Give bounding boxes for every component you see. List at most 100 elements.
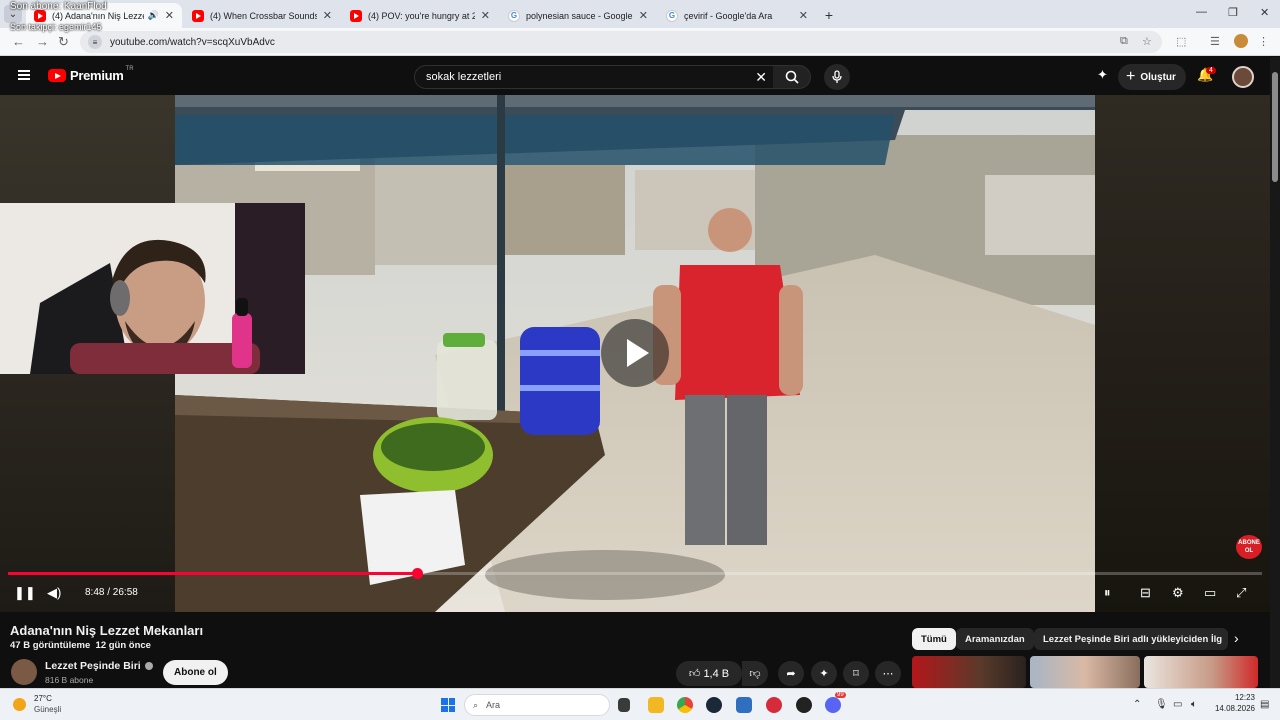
reload-icon[interactable]: ↻ xyxy=(58,34,69,50)
taskbar-time[interactable]: 12:23 xyxy=(1215,693,1255,702)
browser-toolbar: ← → ↻ ≡ youtube.com/watch?v=scqXuVbAdvc … xyxy=(0,28,1280,56)
chip-related[interactable]: İlg xyxy=(1208,628,1228,650)
pause-icon[interactable]: ❚❚ xyxy=(14,585,36,601)
dislike-button[interactable]: 👎︎ xyxy=(742,661,768,686)
search-icon: ⌕ xyxy=(473,699,479,710)
tray-mic-icon[interactable]: 🎙︎ xyxy=(1155,699,1168,710)
tab-close-icon[interactable]: ✕ xyxy=(481,9,490,22)
maximize-icon[interactable]: ❐ xyxy=(1228,6,1238,19)
tab-close-icon[interactable]: ✕ xyxy=(799,9,808,22)
fullscreen-icon[interactable]: ⤢ xyxy=(1236,585,1246,601)
progress-scrubber-handle[interactable] xyxy=(411,568,423,579)
taskbar-search-box[interactable]: ⌕ Ara xyxy=(464,694,610,716)
settings-gear-icon[interactable]: ⚙ xyxy=(1172,585,1184,601)
close-window-icon[interactable]: ✕ xyxy=(1260,6,1269,19)
chrome-icon[interactable] xyxy=(677,697,693,713)
recommended-thumbnail-3[interactable] xyxy=(1144,656,1258,688)
menu-kebab-icon[interactable]: ⋮ xyxy=(1258,35,1269,48)
browser-tab-2[interactable]: (4) When Crossbar Sounds Bett ✕ xyxy=(184,3,340,28)
channel-avatar[interactable] xyxy=(11,659,37,685)
more-actions-button[interactable]: ⋯ xyxy=(875,661,901,686)
reading-list-icon[interactable]: ☰ xyxy=(1210,35,1220,48)
network-icon[interactable]: ▭ xyxy=(1173,699,1182,710)
tab-title: (4) When Crossbar Sounds Bett xyxy=(210,10,317,21)
subtitles-icon[interactable]: ⊟ xyxy=(1140,585,1151,601)
youtube-logo[interactable]: Premium TR xyxy=(48,66,134,83)
scrollbar-thumb[interactable] xyxy=(1272,72,1278,182)
theater-mode-icon[interactable]: ▭ xyxy=(1204,585,1216,601)
voice-search-button[interactable] xyxy=(824,64,850,90)
minimize-icon[interactable]: — xyxy=(1196,6,1207,18)
steam-icon[interactable] xyxy=(706,697,722,713)
large-play-button[interactable] xyxy=(601,319,669,387)
tab-close-icon[interactable]: ✕ xyxy=(323,9,332,22)
sun-weather-icon[interactable] xyxy=(13,698,26,711)
channel-name[interactable]: Lezzet Peşinde Biri xyxy=(45,660,153,672)
browser-tab-3[interactable]: (4) POV: you're hungry at 2am ✕ xyxy=(342,3,498,28)
search-icon xyxy=(785,70,799,84)
subscriber-count: 816 B abone xyxy=(45,675,94,685)
weather-description[interactable]: Güneşli xyxy=(34,705,61,714)
tab-title: (4) POV: you're hungry at 2am xyxy=(368,10,475,21)
guide-menu-icon[interactable] xyxy=(18,70,30,80)
notification-center-icon[interactable]: ▤ xyxy=(1260,699,1269,710)
video-player[interactable]: ABONE OL ❚❚ ◀) 8:48 / 26:58 ⏸ ⊟ ⚙ ▭ ⤢ xyxy=(0,95,1270,612)
file-explorer-icon[interactable] xyxy=(648,697,664,713)
browser-tab-4[interactable]: G polynesian sauce - Google'da A ✕ xyxy=(500,3,656,28)
video-meta: 47 B görüntüleme 12 gün önce xyxy=(10,640,151,651)
account-avatar[interactable] xyxy=(1232,66,1254,88)
app-dark-icon[interactable] xyxy=(796,697,812,713)
back-icon[interactable]: ← xyxy=(12,34,25,49)
cast-icon[interactable]: ⧉ xyxy=(1120,35,1128,48)
thumbs-down-icon: 👎︎ xyxy=(749,668,761,680)
forward-icon[interactable]: → xyxy=(36,34,49,49)
google-favicon-icon: G xyxy=(666,9,678,22)
windows-start-icon[interactable] xyxy=(441,698,455,712)
tab-close-icon[interactable]: ✕ xyxy=(165,9,174,22)
bookmark-star-icon[interactable]: ☆ xyxy=(1142,35,1152,48)
weather-temperature[interactable]: 27°C xyxy=(34,694,52,703)
store-icon[interactable] xyxy=(736,697,752,713)
taskbar-date[interactable]: 14.08.2026 xyxy=(1205,704,1255,713)
page-scrollbar[interactable] xyxy=(1270,57,1280,688)
badge-line-1: ABONE xyxy=(1238,540,1260,546)
upload-date: 12 gün önce xyxy=(95,640,151,651)
speaker-tray-icon[interactable]: 🔈︎ xyxy=(1191,699,1197,710)
like-button[interactable]: 👍︎ 1,4 B xyxy=(676,661,742,686)
save-button[interactable]: ⌑ xyxy=(843,661,869,686)
chevron-right-icon[interactable]: › xyxy=(1234,630,1239,646)
create-button[interactable]: + Oluştur xyxy=(1118,64,1186,90)
address-bar[interactable]: ≡ youtube.com/watch?v=scqXuVbAdvc xyxy=(80,31,1162,53)
gemini-ask-icon[interactable]: ✦ xyxy=(1097,67,1108,83)
clear-search-icon[interactable]: ✕ xyxy=(755,69,767,86)
browser-tab-5[interactable]: G çevirif - Google'da Ara ✕ xyxy=(658,3,816,28)
chip-from-uploader[interactable]: Lezzet Peşinde Biri adlı yükleyiciden xyxy=(1034,628,1218,650)
tray-chevron-up-icon[interactable]: ⌃ xyxy=(1133,699,1141,710)
subscribe-watermark-badge[interactable]: ABONE OL xyxy=(1236,535,1262,559)
recommended-thumbnail-1[interactable] xyxy=(912,656,1026,688)
share-button[interactable]: ➦ xyxy=(778,661,804,686)
recommended-thumbnail-2[interactable] xyxy=(1030,656,1140,688)
site-info-icon[interactable]: ≡ xyxy=(88,35,102,49)
chip-from-search[interactable]: Aramanızdan xyxy=(956,628,1034,650)
progress-bar[interactable] xyxy=(8,568,1262,579)
discord-icon[interactable] xyxy=(825,697,841,713)
autoplay-toggle-icon[interactable]: ⏸ xyxy=(1104,585,1111,601)
subscribe-button[interactable]: Abone ol xyxy=(163,660,228,685)
ask-ai-button[interactable]: ✦ xyxy=(811,661,837,686)
search-input[interactable]: sokak lezzetleri ✕ xyxy=(414,65,774,89)
stream-last-sub: Son abone: KaanFlod xyxy=(10,1,107,12)
tab-close-icon[interactable]: ✕ xyxy=(639,9,648,22)
volume-icon[interactable]: ◀) xyxy=(47,585,61,601)
new-tab-button[interactable]: + xyxy=(820,6,838,24)
speaker-icon[interactable]: 🔊 xyxy=(148,10,159,21)
profile-avatar[interactable] xyxy=(1234,34,1248,48)
extensions-icon[interactable]: ⬚ xyxy=(1176,35,1186,48)
task-view-icon[interactable] xyxy=(618,698,630,712)
plus-icon: + xyxy=(1126,68,1136,85)
search-value: sokak lezzetleri xyxy=(426,71,502,83)
search-button[interactable] xyxy=(773,65,811,89)
chip-all[interactable]: Tümü xyxy=(912,628,956,650)
app-red-icon[interactable] xyxy=(766,697,782,713)
thumbs-up-icon: 👍︎ xyxy=(688,668,701,680)
